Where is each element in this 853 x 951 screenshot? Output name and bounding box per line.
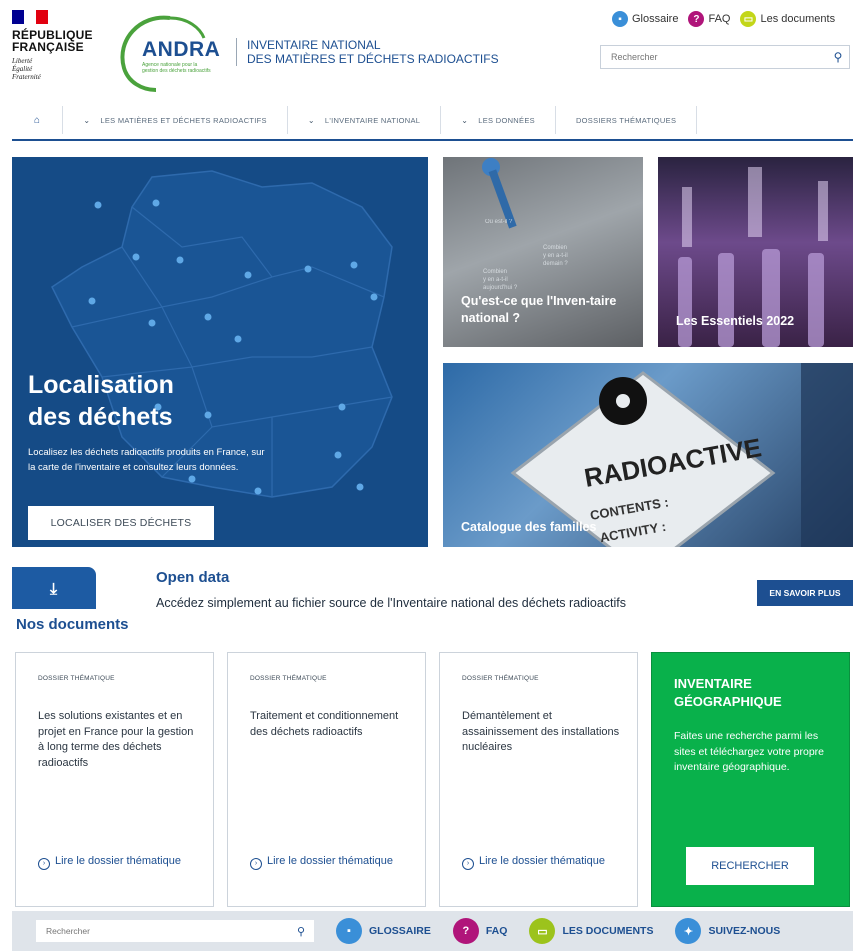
svg-text:aujourd'hui ?: aujourd'hui ? <box>483 285 518 291</box>
france-map-illustration <box>51 170 393 498</box>
footer-faq-link[interactable]: ? FAQ <box>452 918 507 944</box>
doc-card-text: Les solutions existantes et en projet en… <box>38 710 194 769</box>
tile-catalogue-caption: Catalogue des familles <box>461 520 597 534</box>
question-icon: ? <box>452 918 479 944</box>
nav-item-donnees[interactable]: ⌄ LES DONNÉES <box>441 106 556 134</box>
doc-card-text: Démantèlement et assainissement des inst… <box>462 710 620 753</box>
chevron-down-icon: ⌄ <box>461 115 469 125</box>
hero-map-banner[interactable]: Localisation des déchets Localisez les dé… <box>12 157 428 547</box>
docs-section-title: Nos documents <box>16 616 129 633</box>
doc-card[interactable]: DOSSIER THÉMATIQUE Les solutions existan… <box>15 652 214 907</box>
doc-card-tag: DOSSIER THÉMATIQUE <box>462 675 539 682</box>
glossaire-link[interactable]: ▪ Glossaire <box>612 11 678 27</box>
nav-item-dossiers[interactable]: DOSSIERS THÉMATIQUES <box>556 106 698 134</box>
svg-text:y en a-t-il: y en a-t-il <box>483 277 508 283</box>
inventaire-geographique-card[interactable]: INVENTAIRE GÉOGRAPHIQUE Faites une reche… <box>651 652 850 907</box>
svg-text:y en a-t-il: y en a-t-il <box>543 253 568 259</box>
devise: Liberté Égalité Fraternité <box>12 57 41 81</box>
geo-title: INVENTAIRE GÉOGRAPHIQUE <box>674 676 782 709</box>
folder-icon: ▭ <box>740 11 757 27</box>
opendata-title: Open data <box>156 569 230 586</box>
footer-glossaire-link[interactable]: ▪ GLOSSAIRE <box>336 918 431 944</box>
svg-text:Combien: Combien <box>543 245 567 251</box>
footer-search: ⚲ <box>36 920 314 942</box>
footer-search-input[interactable] <box>36 926 288 936</box>
site-title-line2: DES MATIÈRES ET DÉCHETS RADIOACTIFS <box>247 52 499 66</box>
arrow-circle-icon: › <box>38 857 50 870</box>
andra-wordmark: ANDRA <box>142 38 221 61</box>
andra-baseline: Agence nationale pour la gestion des déc… <box>142 62 211 74</box>
flag-icon <box>12 10 48 24</box>
chevron-down-icon: ⌄ <box>307 115 315 125</box>
doc-card-link[interactable]: › Lire le dossier thématique <box>462 853 612 870</box>
nav-item-matieres[interactable]: ⌄ LES MATIÈRES ET DÉCHETS RADIOACTIFS <box>63 106 288 134</box>
nav-item-inventaire[interactable]: ⌄ L'INVENTAIRE NATIONAL <box>288 106 442 134</box>
tile-catalogue-familles[interactable]: RADIOACTIVE CONTENTS : ACTIVITY : Catalo… <box>443 363 853 547</box>
search-icon[interactable]: ⚲ <box>827 50 849 64</box>
geo-text: Faites une recherche parmi les sites et … <box>674 730 824 773</box>
footer-bar: ⚲ ▪GLOSSAIRE ?FAQ ▭LES DOCUMENTS ✦SUIVEZ… <box>12 911 853 951</box>
hero-title: Localisation des déchets <box>28 371 174 431</box>
doc-card-text: Traitement et conditionnement des déchet… <box>250 710 399 738</box>
svg-text:Combien: Combien <box>483 269 507 275</box>
doc-card[interactable]: DOSSIER THÉMATIQUE Traitement et conditi… <box>227 652 426 907</box>
footer-suivez-link[interactable]: ✦ SUIVEZ-NOUS <box>675 918 780 944</box>
home-icon[interactable]: ⌂ <box>12 106 64 134</box>
doc-card-link[interactable]: › Lire le dossier thématique <box>38 853 188 870</box>
search-icon[interactable]: ⚲ <box>288 925 314 938</box>
question-icon: ? <box>688 11 705 27</box>
doc-card-link[interactable]: › Lire le dossier thématique <box>250 853 400 870</box>
footer-documents-link[interactable]: ▭ LES DOCUMENTS <box>529 918 653 944</box>
faq-link[interactable]: ? FAQ <box>688 11 730 27</box>
chevron-down-icon: ⌄ <box>83 115 91 125</box>
documents-link[interactable]: ▭ Les documents <box>740 11 835 27</box>
opendata-text: Accédez simplement au fichier source de … <box>156 596 627 609</box>
site-title[interactable]: INVENTAIRE NATIONAL DES MATIÈRES ET DÉCH… <box>236 38 499 66</box>
site-title-line1: INVENTAIRE NATIONAL <box>247 38 381 52</box>
svg-text:demain ?: demain ? <box>543 261 568 267</box>
rechercher-button[interactable]: RECHERCHER <box>686 847 814 885</box>
download-folder-icon: ⤓ <box>12 567 96 609</box>
tile-essentiels-2022[interactable]: Les Essentiels 2022 <box>658 157 853 347</box>
doc-card-tag: DOSSIER THÉMATIQUE <box>250 675 327 682</box>
localiser-button[interactable]: LOCALISER DES DÉCHETS <box>28 506 214 540</box>
doc-card-tag: DOSSIER THÉMATIQUE <box>38 675 115 682</box>
top-links: ▪ Glossaire ? FAQ ▭ Les documents <box>612 11 839 27</box>
header-search: ⚲ <box>600 45 850 69</box>
doc-card[interactable]: DOSSIER THÉMATIQUE Démantèlement et assa… <box>439 652 638 907</box>
folder-icon: ▭ <box>529 918 556 944</box>
book-icon: ▪ <box>336 918 362 944</box>
republique-francaise-logo[interactable]: RÉPUBLIQUE FRANÇAISE Liberté Égalité Frater… <box>12 10 112 100</box>
rf-text: RÉPUBLIQUE FRANÇAISE <box>12 28 93 54</box>
header-search-input[interactable] <box>601 46 827 68</box>
main-nav: ⌂ ⌄ LES MATIÈRES ET DÉCHETS RADIOACTIFS ⌄… <box>12 101 853 141</box>
book-icon: ▪ <box>612 11 628 27</box>
hero-description: Localisez les déchets radioactifs produi… <box>28 447 265 473</box>
andra-logo[interactable]: ANDRA Agence nationale pour la gestion d… <box>112 12 234 92</box>
arrow-circle-icon: › <box>462 857 474 870</box>
tile-question-caption: Qu'est-ce que l'Inven-taire national ? <box>461 294 617 325</box>
tile-inventaire-national[interactable]: Où est-il ? Combien y en a-t-il demain ? Com… <box>443 157 643 347</box>
arrow-circle-icon: › <box>250 857 262 870</box>
en-savoir-plus-button[interactable]: EN SAVOIR PLUS <box>757 580 853 606</box>
svg-text:Où est-il ?: Où est-il ? <box>485 219 513 225</box>
twitter-icon: ✦ <box>675 918 702 944</box>
tile-essentiels-caption: Les Essentiels 2022 <box>676 314 795 328</box>
